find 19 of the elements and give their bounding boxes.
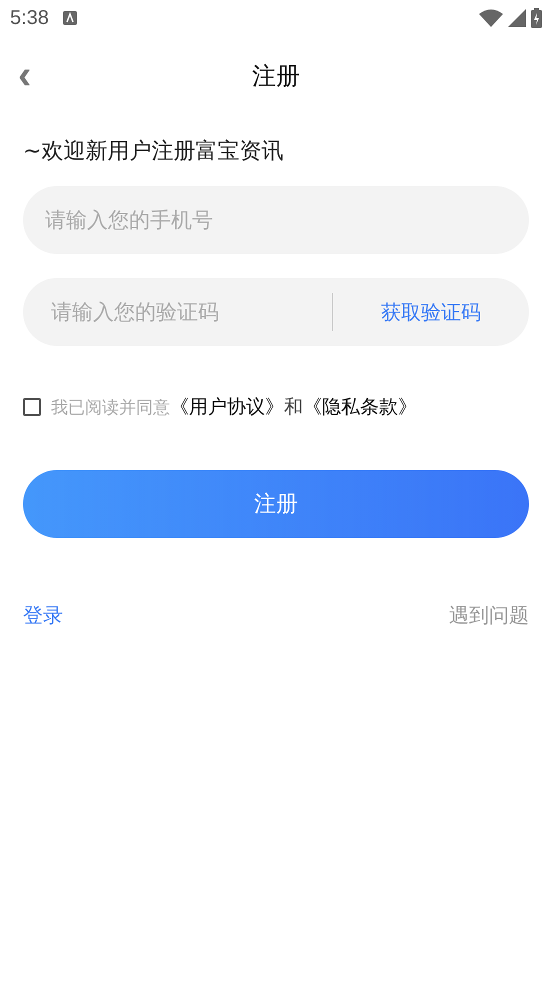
agreement-link[interactable]: 《隐私条款》 — [303, 394, 417, 420]
agreement-text: 我已阅读并同意 — [51, 396, 170, 418]
agree-checkbox[interactable] — [23, 398, 41, 416]
notification-icon — [62, 11, 77, 25]
get-code-button[interactable]: 获取验证码 — [333, 278, 529, 346]
signal-icon — [508, 9, 526, 27]
register-button[interactable]: 注册 — [23, 470, 529, 538]
help-link[interactable]: 遇到问题 — [449, 602, 529, 629]
battery-icon — [531, 8, 542, 28]
back-button[interactable]: ‹ — [14, 58, 36, 92]
phone-input-field[interactable]: 请输入您的手机号 — [23, 186, 529, 254]
code-input-field[interactable]: 请输入您的验证码 — [23, 278, 332, 346]
wifi-icon — [479, 9, 503, 27]
status-time: 5:38 — [10, 6, 49, 30]
login-link[interactable]: 登录 — [23, 602, 63, 629]
agreement-link[interactable]: 《用户协议》 — [170, 394, 284, 420]
conjunction-text: 和 — [284, 395, 303, 420]
welcome-text: ~欢迎新用户注册富宝资讯 — [23, 138, 284, 166]
page-title: 注册 — [252, 61, 300, 92]
